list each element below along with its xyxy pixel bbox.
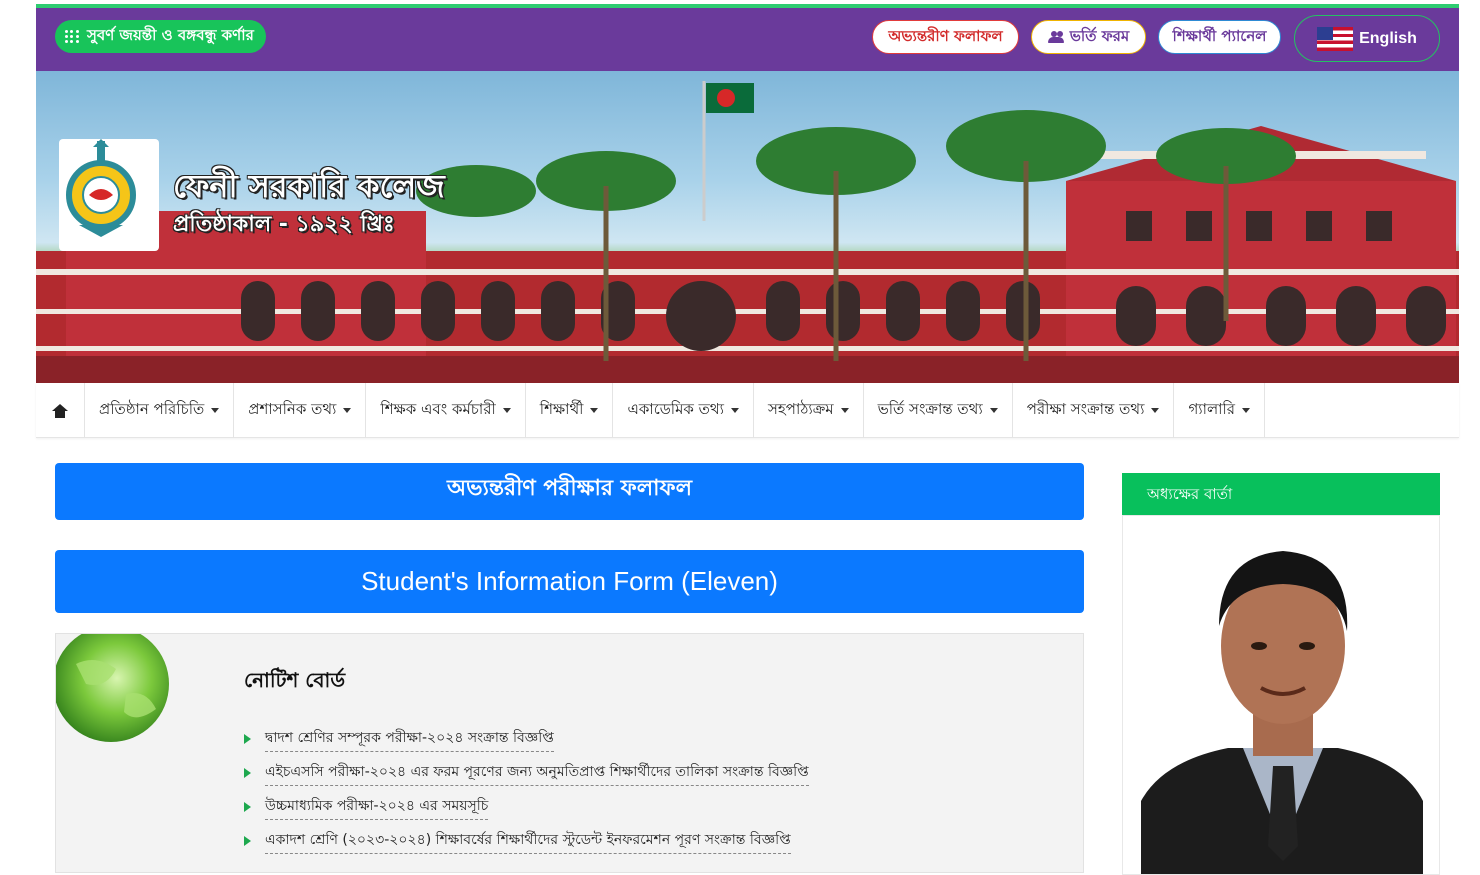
nav-co-curricular[interactable]: সহপাঠ্যক্রম (754, 383, 864, 438)
nav-students[interactable]: শিক্ষার্থী (526, 383, 614, 438)
nav-gallery[interactable]: গ্যালারি (1174, 383, 1266, 438)
globe-icon (56, 634, 171, 746)
top-bar: সুবর্ণ জয়ন্তী ও বঙ্গবন্ধু কর্ণার অভ্যন্… (36, 4, 1459, 71)
nav-label: সহপাঠ্যক্রম (768, 400, 834, 418)
caret-down-icon (731, 408, 739, 413)
caret-down-icon (590, 408, 599, 413)
header-banner: ফেনী সরকারি কলেজ প্রতিষ্ঠাকাল - ১৯২২ খ্র… (36, 71, 1459, 383)
golden-jubilee-button[interactable]: সুবর্ণ জয়ন্তী ও বঙ্গবন্ধু কর্ণার (55, 20, 266, 53)
nav-administrative-info[interactable]: প্রশাসনিক তথ্য (234, 383, 367, 438)
grid-icon (65, 29, 79, 44)
caret-right-icon (244, 802, 251, 812)
notice-link[interactable]: একাদশ শ্রেণি (২০২৩-২০২৪) শিক্ষাবর্ষের শি… (265, 828, 791, 854)
nav-admission-info[interactable]: ভর্তি সংক্রান্ত তথ্য (864, 383, 1013, 438)
nav-label: পরীক্ষা সংক্রান্ত তথ্য (1026, 400, 1145, 418)
admission-form-label: ভর্তি ফরম (1069, 26, 1130, 45)
internal-results-link[interactable]: অভ্যন্তরীণ ফলাফল (872, 20, 1019, 54)
notice-item[interactable]: দ্বাদশ শ্রেণির সম্পূরক পরীক্ষা-২০২৪ সংক্… (244, 722, 809, 756)
notice-item[interactable]: উচ্চমাধ্যমিক পরীক্ষা-২০২৪ এর সময়সূচি (244, 790, 809, 824)
nav-label: ভর্তি সংক্রান্ত তথ্য (877, 400, 983, 418)
us-flag-icon (1317, 26, 1354, 51)
nav-academic-info[interactable]: একাডেমিক তথ্য (613, 383, 754, 438)
notice-board-title: নোটিশ বোর্ড (244, 668, 346, 692)
college-logo[interactable] (59, 139, 159, 251)
student-panel-link[interactable]: শিক্ষার্থী প্যানেল (1158, 20, 1281, 54)
nav-home[interactable] (36, 383, 85, 438)
principal-message-title: অধ্যক্ষের বার্তা (1122, 473, 1440, 515)
caret-right-icon (244, 734, 251, 744)
principal-photo (1122, 515, 1440, 875)
internal-results-button[interactable]: অভ্যন্তরীণ পরীক্ষার ফলাফল (55, 463, 1084, 520)
established-year: প্রতিষ্ঠাকাল - ১৯২২ খ্রিঃ (173, 212, 395, 237)
nav-label: প্রতিষ্ঠান পরিচিতি (99, 400, 205, 418)
language-label: English (1359, 29, 1417, 47)
page-header: সুবর্ণ জয়ন্তী ও বঙ্গবন্ধু কর্ণার অভ্যন্… (36, 4, 1459, 438)
student-info-form-button[interactable]: Student's Information Form (Eleven) (55, 550, 1084, 613)
notice-item[interactable]: এইচএসসি পরীক্ষা-২০২৪ এর ফরম পূরণের জন্য … (244, 756, 809, 790)
nav-label: একাডেমিক তথ্য (627, 400, 724, 418)
home-icon (52, 403, 68, 418)
nav-teachers-staff[interactable]: শিক্ষক এবং কর্মচারী (366, 383, 526, 438)
nav-label: শিক্ষার্থী (539, 400, 584, 418)
caret-down-icon (840, 408, 849, 413)
nav-exam-info[interactable]: পরীক্ষা সংক্রান্ত তথ্য (1013, 383, 1175, 438)
caret-down-icon (989, 408, 998, 413)
caret-down-icon (1151, 408, 1160, 413)
notice-item[interactable]: একাদশ শ্রেণি (২০২৩-২০২৪) শিক্ষাবর্ষের শি… (244, 824, 809, 858)
caret-right-icon (244, 768, 251, 778)
nav-label: শিক্ষক এবং কর্মচারী (380, 400, 496, 418)
caret-down-icon (343, 408, 352, 413)
notice-link[interactable]: দ্বাদশ শ্রেণির সম্পূরক পরীক্ষা-২০২৪ সংক্… (265, 726, 554, 752)
caret-down-icon (502, 408, 511, 413)
principal-portrait-image (1123, 516, 1439, 874)
notice-link[interactable]: উচ্চমাধ্যমিক পরীক্ষা-২০২৪ এর সময়সূচি (265, 794, 489, 820)
nav-institution-intro[interactable]: প্রতিষ্ঠান পরিচিতি (85, 383, 235, 438)
caret-down-icon (1242, 408, 1251, 413)
users-icon (1047, 31, 1064, 43)
main-navigation: প্রতিষ্ঠান পরিচিতি প্রশাসনিক তথ্য শিক্ষক… (36, 383, 1459, 438)
language-switch-button[interactable]: English (1294, 15, 1440, 62)
notice-list: দ্বাদশ শ্রেণির সম্পূরক পরীক্ষা-২০২৪ সংক্… (244, 722, 809, 858)
caret-right-icon (244, 836, 251, 846)
golden-jubilee-label: সুবর্ণ জয়ন্তী ও বঙ্গবন্ধু কর্ণার (87, 26, 254, 44)
notice-board: নোটিশ বোর্ড দ্বাদশ শ্রেণির সম্পূরক পরীক্… (55, 633, 1084, 873)
college-seal-icon (66, 139, 136, 237)
nav-label: গ্যালারি (1188, 400, 1236, 418)
notice-link[interactable]: এইচএসসি পরীক্ষা-২০২৪ এর ফরম পূরণের জন্য … (265, 760, 809, 786)
nav-label: প্রশাসনিক তথ্য (248, 400, 337, 418)
caret-down-icon (211, 408, 220, 413)
admission-form-link[interactable]: ভর্তি ফরম (1031, 20, 1146, 54)
